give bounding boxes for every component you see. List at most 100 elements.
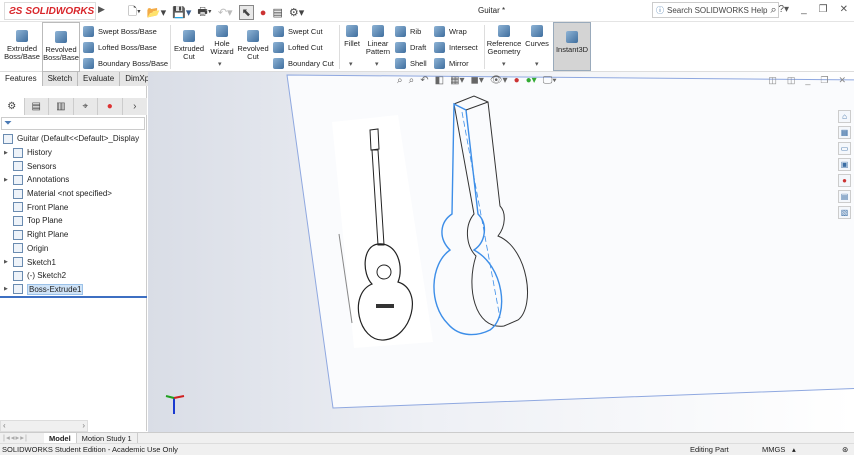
- property-manager-tab-icon[interactable]: ▤: [25, 98, 50, 115]
- intersect-button[interactable]: Intersect: [434, 42, 478, 53]
- expand-arrow-icon[interactable]: ▶: [0, 259, 8, 265]
- edit-appearance-icon[interactable]: ●: [514, 75, 520, 86]
- close-icon[interactable]: ✕: [840, 4, 848, 15]
- section-view-icon[interactable]: ◧: [435, 75, 444, 86]
- save-icon[interactable]: 💾▾: [172, 6, 191, 19]
- restore-icon[interactable]: ❐: [819, 4, 828, 15]
- graphics-area[interactable]: [148, 72, 854, 432]
- tree-root[interactable]: Guitar (Default<<Default>_Display: [0, 132, 147, 146]
- expand-arrow-icon[interactable]: ▶: [0, 177, 8, 183]
- tree-item[interactable]: ▶ Annotations: [0, 173, 147, 187]
- draft-button[interactable]: Draft: [395, 42, 426, 53]
- linear-pattern-dropdown[interactable]: ▾: [375, 60, 379, 68]
- tree-item[interactable]: ▶ History: [0, 146, 147, 160]
- view-settings-icon[interactable]: 🖵▾: [543, 75, 557, 86]
- scroll-right-icon[interactable]: ›: [82, 421, 85, 431]
- instant3d-button[interactable]: Instant3D: [553, 22, 591, 71]
- extruded-cut-button[interactable]: Extruded Cut: [173, 22, 205, 61]
- tree-item[interactable]: Right Plane: [0, 228, 147, 242]
- appearances-icon[interactable]: ●: [838, 174, 851, 187]
- viewport-prev-icon[interactable]: ◫: [768, 75, 777, 86]
- tree-item[interactable]: ▶ Boss-Extrude1: [0, 283, 147, 297]
- tab-model[interactable]: Model: [44, 433, 77, 443]
- display-style-icon[interactable]: ◼▾: [471, 75, 484, 86]
- tree-item[interactable]: Origin: [0, 242, 147, 256]
- extruded-boss-button[interactable]: Extruded Boss/Base: [4, 22, 40, 61]
- view-palette-icon[interactable]: ▣: [838, 158, 851, 171]
- previous-view-icon[interactable]: ↶: [420, 75, 428, 86]
- hide-show-icon[interactable]: 👁▾: [490, 75, 508, 86]
- resources-icon[interactable]: ⌂: [838, 110, 851, 123]
- reference-geometry-button[interactable]: Reference Geometry: [486, 22, 522, 56]
- scroll-left-icon[interactable]: ‹: [3, 421, 6, 431]
- select-icon[interactable]: ⬉: [238, 5, 254, 20]
- undo-icon[interactable]: ↶▾: [218, 6, 233, 19]
- fillet-button[interactable]: Fillet: [341, 22, 363, 48]
- lofted-boss-button[interactable]: Lofted Boss/Base: [83, 42, 157, 53]
- minimize-icon[interactable]: _: [801, 4, 807, 15]
- tree-item[interactable]: Material <not specified>: [0, 187, 147, 201]
- dimxpert-manager-tab-icon[interactable]: ⌖: [74, 98, 99, 115]
- shell-button[interactable]: Shell: [395, 58, 427, 69]
- solidworks-logo[interactable]: ƧS SOLIDWORKS: [4, 2, 96, 20]
- expand-arrow-icon[interactable]: ▶: [0, 150, 8, 156]
- rib-button[interactable]: Rib: [395, 26, 421, 37]
- mirror-button[interactable]: Mirror: [434, 58, 469, 69]
- rebuild-icon[interactable]: ●: [260, 7, 267, 19]
- lofted-cut-button[interactable]: Lofted Cut: [273, 42, 323, 53]
- viewport-close-icon[interactable]: ✕: [838, 75, 846, 86]
- curves-dropdown[interactable]: ▾: [535, 60, 539, 68]
- tree-item[interactable]: Sensors: [0, 159, 147, 173]
- unit-system-selector[interactable]: MMGS: [762, 445, 785, 454]
- hole-wizard-button[interactable]: Hole Wizard: [208, 22, 236, 56]
- file-properties-icon[interactable]: ▤: [272, 6, 282, 19]
- rollback-bar[interactable]: [0, 296, 147, 298]
- panel-horizontal-scrollbar[interactable]: ‹ ›: [0, 420, 88, 432]
- display-manager-tab-icon[interactable]: ●: [98, 98, 123, 115]
- fillet-dropdown[interactable]: ▾: [349, 60, 353, 68]
- units-dropdown-icon[interactable]: ▴: [792, 445, 796, 454]
- tab-motion-study-1[interactable]: Motion Study 1: [77, 433, 138, 443]
- open-icon[interactable]: 📂▾: [147, 6, 166, 19]
- tree-filter-icon[interactable]: ⏷: [1, 117, 145, 130]
- options-gear-icon[interactable]: ⚙▾: [289, 6, 304, 19]
- design-library-icon[interactable]: ▦: [838, 126, 851, 139]
- menu-expand-arrow[interactable]: ▶: [98, 4, 105, 15]
- swept-cut-button[interactable]: Swept Cut: [273, 26, 323, 37]
- tab-evaluate[interactable]: Evaluate: [78, 72, 121, 86]
- hole-wizard-dropdown[interactable]: ▾: [218, 60, 222, 68]
- linear-pattern-button[interactable]: Linear Pattern: [364, 22, 392, 56]
- tab-navigation-arrows[interactable]: |◂◂▸▸|: [0, 433, 44, 443]
- boundary-cut-button[interactable]: Boundary Cut: [273, 58, 334, 69]
- wrap-button[interactable]: Wrap: [434, 26, 467, 37]
- viewport-minimize-icon[interactable]: _: [805, 75, 810, 86]
- tab-sketch[interactable]: Sketch: [42, 72, 79, 86]
- custom-properties-icon[interactable]: ▤: [838, 190, 851, 203]
- revolved-cut-button[interactable]: Revolved Cut: [237, 22, 269, 61]
- viewport-restore-icon[interactable]: ❐: [820, 75, 828, 86]
- view-orientation-icon[interactable]: ▦▾: [450, 75, 464, 86]
- swept-boss-button[interactable]: Swept Boss/Base: [83, 26, 157, 37]
- more-tabs-arrow[interactable]: ›: [123, 98, 147, 115]
- help-menu-icon[interactable]: ?▾: [778, 4, 789, 15]
- tree-item[interactable]: ▶ Sketch1: [0, 255, 147, 269]
- curves-button[interactable]: Curves: [524, 22, 550, 48]
- new-document-icon[interactable]: 🗋▾: [128, 3, 141, 22]
- tree-item[interactable]: Front Plane: [0, 200, 147, 214]
- file-explorer-icon[interactable]: ▭: [838, 142, 851, 155]
- search-icon[interactable]: ⌕: [770, 4, 776, 17]
- print-icon[interactable]: 🖶▾: [197, 3, 211, 22]
- tree-item[interactable]: (-) Sketch2: [0, 269, 147, 283]
- tree-item[interactable]: Top Plane: [0, 214, 147, 228]
- solidworks-forum-icon[interactable]: ▧: [838, 206, 851, 219]
- zoom-area-icon[interactable]: ⌕: [409, 75, 415, 86]
- zoom-to-fit-icon[interactable]: ⌕: [397, 75, 403, 86]
- tab-features[interactable]: Features: [0, 72, 43, 86]
- configuration-manager-tab-icon[interactable]: ▥: [49, 98, 74, 115]
- revolved-boss-button[interactable]: Revolved Boss/Base: [42, 22, 80, 72]
- boundary-boss-button[interactable]: Boundary Boss/Base: [83, 58, 168, 69]
- scene-icon[interactable]: ●▾: [526, 75, 537, 86]
- feature-manager-tab-icon[interactable]: ⚙: [0, 98, 25, 115]
- search-help-input[interactable]: ⓘ Search SOLIDWORKS Help ⌕: [652, 2, 779, 18]
- reference-geometry-dropdown[interactable]: ▾: [502, 60, 506, 68]
